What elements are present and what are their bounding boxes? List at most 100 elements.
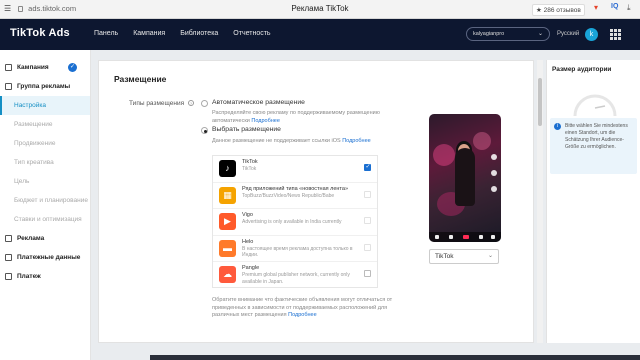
sidebar-item-label: Бюджет и планирование xyxy=(14,197,88,204)
nav-reporting[interactable]: Отчетность xyxy=(233,30,270,37)
newsfeed-icon: ▦ xyxy=(219,186,236,204)
add-icon xyxy=(463,235,469,239)
platform-name: Ряд приложений типа «новостная лента» xyxy=(242,185,349,192)
discover-icon xyxy=(449,235,453,239)
preview-platform-select[interactable]: TikTok ⌄ xyxy=(429,249,499,264)
platform-name: Pangle xyxy=(242,265,260,271)
browser-chrome: ☰ ads.tiktok.com Реклама TikTok ★ 286 от… xyxy=(0,0,640,19)
nav-campaign[interactable]: Кампания xyxy=(133,30,165,37)
preview-select-value: TikTok xyxy=(435,253,454,260)
sidebar-item-label: Ставки и оптимизация xyxy=(14,216,82,223)
help-icon[interactable]: ? xyxy=(187,100,194,107)
placement-footnote: Обратите внимание что фактические объявл… xyxy=(212,297,412,320)
tiktok-icon: ♪ xyxy=(219,160,236,177)
extension-icon-iq[interactable]: IQ xyxy=(611,3,618,10)
account-name: kalyagianpro xyxy=(473,31,505,37)
sidebar-item-payment-data[interactable]: Платежные данные xyxy=(0,248,90,267)
sidebar-item-label: Платеж xyxy=(17,273,41,280)
platform-sub: Premium global publisher network, curren… xyxy=(242,272,350,285)
preview-like-icon xyxy=(491,154,497,160)
sidebar-item-label: Платежные данные xyxy=(17,254,81,261)
manual-placement-label: Выбрать размещение xyxy=(212,126,281,133)
sidebar-item-budget[interactable]: Бюджет и планирование xyxy=(0,191,90,210)
platform-list: ♪ TikTok TikTok ▦ Ряд приложений типа «н… xyxy=(212,155,378,288)
sidebar-item-campaign[interactable]: Кампания ✓ xyxy=(0,58,90,77)
audience-title: Размер аудитории xyxy=(552,66,612,73)
platform-checkbox[interactable] xyxy=(364,217,371,224)
scrollbar-thumb[interactable] xyxy=(538,78,542,126)
audience-info-box: i Bitte wählen Sie mindestens einen Stan… xyxy=(550,118,637,174)
nav-library[interactable]: Библиотека xyxy=(180,30,218,37)
sidebar-item-settings[interactable]: Настройка xyxy=(0,96,90,115)
preview-comment-icon xyxy=(491,170,497,176)
sidebar-item-label: Цель xyxy=(14,178,30,185)
profile-icon xyxy=(491,235,495,239)
language-selector[interactable]: Русский xyxy=(557,31,579,37)
platform-sub: В настоящее время реклама доступна тольк… xyxy=(242,245,353,259)
helo-icon: ▬ xyxy=(219,239,236,257)
platform-name: TikTok xyxy=(242,159,258,165)
platform-row-newsfeed[interactable]: ▦ Ряд приложений типа «новостная лента» … xyxy=(213,183,377,209)
account-selector[interactable]: kalyagianpro ⌄ xyxy=(466,27,550,41)
placement-types-label: Типы размещения ? xyxy=(129,100,194,107)
platform-checkbox[interactable] xyxy=(364,270,371,277)
inbox-icon xyxy=(479,235,483,239)
manual-desc-link[interactable]: Подробнее xyxy=(342,138,371,144)
radio-dot xyxy=(201,127,208,134)
auto-desc-text: Распределяйте свою рекламу по поддержива… xyxy=(212,110,380,124)
placement-panel: Размещение Типы размещения ? Автоматичес… xyxy=(98,60,534,343)
preview-share-icon xyxy=(491,186,497,192)
home-icon xyxy=(435,235,439,239)
platform-checkbox[interactable] xyxy=(364,163,371,171)
sidebar-item-placement[interactable]: Размещение xyxy=(0,115,90,134)
platform-row-pangle[interactable]: ☁ Pangle Premium global publisher networ… xyxy=(213,262,377,289)
platform-sub: TopBuzz/BuzzVideo/News Republic/Babe xyxy=(242,192,335,199)
platform-row-tiktok[interactable]: ♪ TikTok TikTok xyxy=(213,156,377,183)
sidebar-item-creative-type[interactable]: Тип креатива xyxy=(0,153,90,172)
placement-types-text: Типы размещения xyxy=(129,100,185,107)
pangle-icon: ☁ xyxy=(219,266,236,283)
auto-placement-desc: Распределяйте свою рекламу по поддержива… xyxy=(212,110,402,125)
app-header: TikTok Ads Панель Кампания Библиотека От… xyxy=(0,19,640,50)
platform-checkbox[interactable] xyxy=(364,243,371,251)
ad-icon xyxy=(5,235,12,242)
avatar[interactable]: k xyxy=(585,28,598,41)
platform-sub: Advertising is only available in India c… xyxy=(242,219,342,225)
sidebar-item-promotion[interactable]: Продвижение xyxy=(0,134,90,153)
manual-placement-radio[interactable]: Выбрать размещение xyxy=(201,126,281,134)
preview-bokeh xyxy=(433,144,455,166)
auto-placement-radio[interactable]: Автоматическое размещение xyxy=(201,99,305,107)
main-nav: Панель Кампания Библиотека Отчетность xyxy=(94,30,271,37)
auto-desc-link[interactable]: Подробнее xyxy=(251,118,280,124)
manual-placement-desc: Данное размещение не поддерживает ссылки… xyxy=(212,138,412,146)
preview-person xyxy=(455,148,475,206)
tiktok-ads-logo[interactable]: TikTok Ads xyxy=(10,27,70,39)
platform-checkbox[interactable] xyxy=(364,190,371,198)
main-scrollbar[interactable] xyxy=(537,60,543,343)
apps-grid-icon[interactable] xyxy=(610,29,621,40)
ad-preview-phone xyxy=(429,114,501,242)
extension-icon-red[interactable]: ▾ xyxy=(594,3,598,12)
payment-icon xyxy=(5,273,12,280)
download-icon[interactable]: ⤓ xyxy=(627,3,631,13)
platform-row-helo[interactable]: ▬ Helo В настоящее время реклама доступн… xyxy=(213,236,377,262)
reviews-badge[interactable]: ★ 286 отзывов xyxy=(532,4,585,16)
ad-group-icon xyxy=(5,83,12,90)
audience-info-text: Bitte wählen Sie mindestens einen Stando… xyxy=(565,123,628,150)
sidebar-item-label: Настройка xyxy=(14,102,46,109)
sidebar-item-ad[interactable]: Реклама xyxy=(0,229,90,248)
nav-dashboard[interactable]: Панель xyxy=(94,30,118,37)
chevron-down-icon: ⌄ xyxy=(487,253,493,259)
sidebar-item-ad-group[interactable]: Группа рекламы xyxy=(0,77,90,96)
sidebar-item-payment[interactable]: Платеж xyxy=(0,267,90,286)
platform-row-vigo[interactable]: ▶ Vigo Advertising is only available in … xyxy=(213,209,377,236)
chevron-down-icon: ⌄ xyxy=(537,31,543,37)
platform-name: Vigo xyxy=(242,212,253,218)
sidebar-item-label: Тип креатива xyxy=(14,159,54,166)
sidebar-item-targeting[interactable]: Цель xyxy=(0,172,90,191)
sidebar-item-bidding[interactable]: Ставки и оптимизация xyxy=(0,210,90,229)
footnote-link[interactable]: Подробнее xyxy=(288,312,317,318)
os-taskbar xyxy=(150,355,640,360)
info-icon: i xyxy=(554,123,561,130)
sidebar: Кампания ✓ Группа рекламы Настройка Разм… xyxy=(0,50,91,360)
